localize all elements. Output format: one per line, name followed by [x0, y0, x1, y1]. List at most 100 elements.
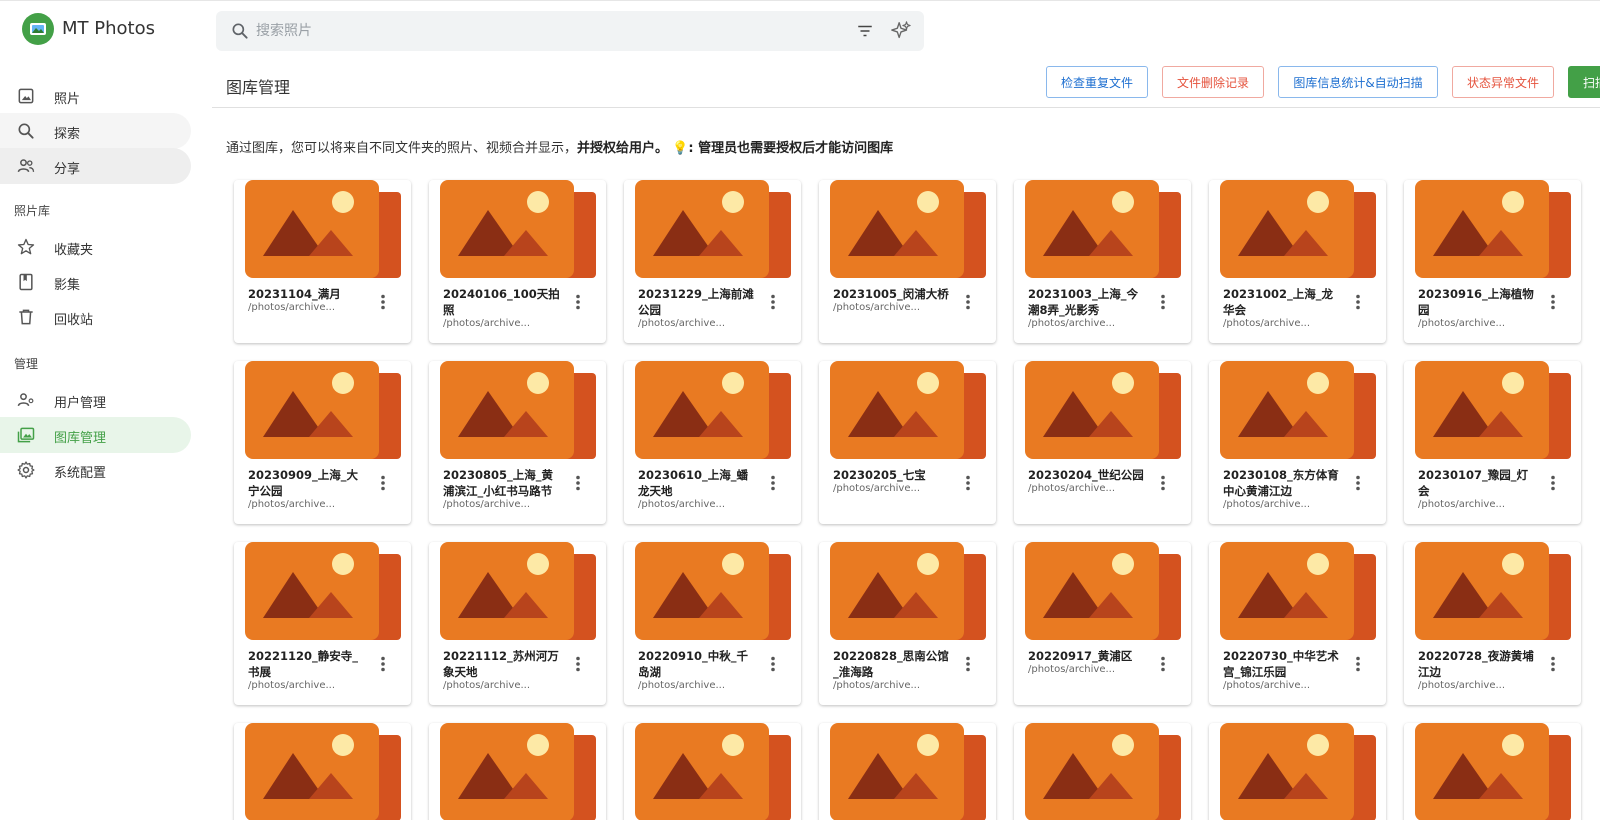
more-vertical-icon[interactable]	[1348, 473, 1368, 493]
sidebar-item-label: 用户管理	[54, 396, 107, 411]
check-duplicate-files-button[interactable]: 检查重复文件	[1046, 66, 1148, 98]
more-vertical-icon[interactable]	[763, 292, 783, 312]
sidebar-item-system-settings[interactable]: 系统配置	[0, 452, 191, 488]
gallery-thumbnail-icon	[1415, 361, 1571, 459]
page-title: 图库管理	[226, 78, 291, 97]
gallery-path: /photos/archive...	[638, 680, 726, 691]
gallery-name: 20230204_世纪公园	[1028, 468, 1144, 482]
sidebar-item-explore[interactable]: 探索	[0, 113, 191, 149]
gallery-card[interactable]	[234, 723, 411, 820]
sidebar-item-gallery-management[interactable]: 图库管理	[0, 417, 191, 453]
gallery-card[interactable]	[1014, 723, 1191, 820]
gallery-name: 20231002_上海_龙华会	[1223, 287, 1334, 317]
gallery-name: 20220917_黄浦区	[1028, 649, 1133, 663]
sidebar-item-label: 照片	[54, 92, 81, 107]
gallery-card[interactable]: 20230204_世纪公园/photos/archive...	[1014, 361, 1191, 524]
gallery-thumbnail-icon	[1415, 723, 1571, 820]
more-vertical-icon[interactable]	[1153, 292, 1173, 312]
more-vertical-icon[interactable]	[1153, 473, 1173, 493]
sidebar-item-favorites[interactable]: 收藏夹	[0, 229, 191, 265]
gallery-card[interactable]: 20230610_上海_蟠龙天地/photos/archive...	[624, 361, 801, 524]
gallery-thumbnail-icon	[830, 723, 986, 820]
gallery-card[interactable]	[819, 723, 996, 820]
sidebar-item-user-management[interactable]: 用户管理	[0, 382, 191, 418]
gallery-card[interactable]: 20231003_上海_今潮8弄_光影秀/photos/archive...	[1014, 180, 1191, 343]
more-vertical-icon[interactable]	[958, 473, 978, 493]
more-vertical-icon[interactable]	[1543, 473, 1563, 493]
app-window: MT Photos 照片	[0, 0, 1600, 820]
gallery-name: 20230107_豫园_灯会	[1418, 468, 1529, 498]
app-logo[interactable]	[22, 13, 54, 45]
gallery-card[interactable]: 20220828_思南公馆_淮海路/photos/archive...	[819, 542, 996, 705]
more-vertical-icon[interactable]	[958, 654, 978, 674]
sidebar-item-photos[interactable]: 照片	[0, 78, 191, 114]
gallery-card[interactable]	[624, 723, 801, 820]
gallery-card[interactable]: 20231002_上海_龙华会/photos/archive...	[1209, 180, 1386, 343]
gallery-path: /photos/archive...	[248, 302, 336, 313]
gallery-card[interactable]: 20230205_七宝/photos/archive...	[819, 361, 996, 524]
gallery-card[interactable]: 20240106_100天拍照/photos/archive...	[429, 180, 606, 343]
abnormal-files-button[interactable]: 状态异常文件	[1452, 66, 1554, 98]
gallery-card[interactable]: 20221120_静安寺_书展/photos/archive...	[234, 542, 411, 705]
sidebar-item-albums[interactable]: 影集	[0, 264, 191, 300]
more-vertical-icon[interactable]	[1543, 654, 1563, 674]
gallery-card[interactable]: 20230108_东方体育中心黄浦江边/photos/archive...	[1209, 361, 1386, 524]
gallery-card[interactable]: 20221112_苏州河万象天地/photos/archive...	[429, 542, 606, 705]
more-vertical-icon[interactable]	[373, 292, 393, 312]
gallery-thumbnail-icon	[830, 361, 986, 459]
gallery-thumbnail-icon	[635, 180, 791, 278]
intro-note: 💡: 管理员也需要授权后才能访问图库	[672, 141, 894, 156]
gallery-card[interactable]: 20220730_中华艺术宫_锦江乐园/photos/archive...	[1209, 542, 1386, 705]
gallery-card[interactable]	[429, 723, 606, 820]
gallery-card[interactable]: 20230909_上海_大宁公园/photos/archive...	[234, 361, 411, 524]
gallery-card[interactable]: 20220910_中秋_千岛湖/photos/archive...	[624, 542, 801, 705]
gallery-card[interactable]: 20220728_夜游黄埔江边/photos/archive...	[1404, 542, 1581, 705]
gallery-thumbnail-icon	[1025, 723, 1181, 820]
more-vertical-icon[interactable]	[373, 654, 393, 674]
sidebar-item-label: 系统配置	[54, 466, 107, 481]
filter-icon[interactable]	[856, 22, 874, 40]
more-vertical-icon[interactable]	[1348, 654, 1368, 674]
section-label-library: 照片库	[14, 204, 51, 218]
gallery-card[interactable]	[1404, 723, 1581, 820]
scan-button[interactable]: 扫描	[1568, 66, 1600, 98]
more-vertical-icon[interactable]	[1153, 654, 1173, 674]
gallery-path: /photos/archive...	[638, 499, 726, 510]
more-vertical-icon[interactable]	[958, 292, 978, 312]
more-vertical-icon[interactable]	[1348, 292, 1368, 312]
gallery-card[interactable]: 20230107_豫园_灯会/photos/archive...	[1404, 361, 1581, 524]
more-vertical-icon[interactable]	[763, 654, 783, 674]
more-vertical-icon[interactable]	[568, 473, 588, 493]
gallery-stats-auto-scan-button[interactable]: 图库信息统计&自动扫描	[1278, 66, 1438, 98]
gallery-card[interactable]	[1209, 723, 1386, 820]
gallery-name: 20240106_100天拍照	[443, 287, 560, 317]
sidebar-item-label: 影集	[54, 278, 81, 293]
sidebar-item-share[interactable]: 分享	[0, 148, 191, 184]
more-vertical-icon[interactable]	[373, 473, 393, 493]
more-vertical-icon[interactable]	[568, 292, 588, 312]
gallery-thumbnail-icon	[245, 180, 401, 278]
gallery-thumbnail-icon	[635, 361, 791, 459]
more-vertical-icon[interactable]	[763, 473, 783, 493]
file-deletion-log-button[interactable]: 文件删除记录	[1162, 66, 1264, 98]
gallery-thumbnail-icon	[440, 361, 596, 459]
more-vertical-icon[interactable]	[568, 654, 588, 674]
search-input[interactable]	[256, 20, 816, 42]
gallery-card[interactable]: 20230916_上海植物园/photos/archive...	[1404, 180, 1581, 343]
more-vertical-icon[interactable]	[1543, 292, 1563, 312]
gallery-path: /photos/archive...	[248, 680, 336, 691]
ai-sparkle-icon[interactable]	[890, 20, 912, 42]
gallery-card[interactable]: 20230805_上海_黄浦滨江_小红书马路节/photos/archive..…	[429, 361, 606, 524]
gallery-name: 20221120_静安寺_书展	[248, 649, 359, 679]
gallery-card[interactable]: 20231005_闵浦大桥/photos/archive...	[819, 180, 996, 343]
gallery-card[interactable]: 20220917_黄浦区/photos/archive...	[1014, 542, 1191, 705]
gallery-thumbnail-icon	[1220, 542, 1376, 640]
gallery-card[interactable]: 20231104_满月/photos/archive...	[234, 180, 411, 343]
gallery-thumbnail-icon	[245, 723, 401, 820]
app-title: MT Photos	[62, 18, 155, 39]
gallery-path: /photos/archive...	[248, 499, 336, 510]
gallery-name: 20230205_七宝	[833, 468, 926, 482]
gallery-card[interactable]: 20231229_上海前滩公园/photos/archive...	[624, 180, 801, 343]
sidebar-item-trash[interactable]: 回收站	[0, 299, 191, 335]
search-bar[interactable]	[216, 11, 924, 51]
